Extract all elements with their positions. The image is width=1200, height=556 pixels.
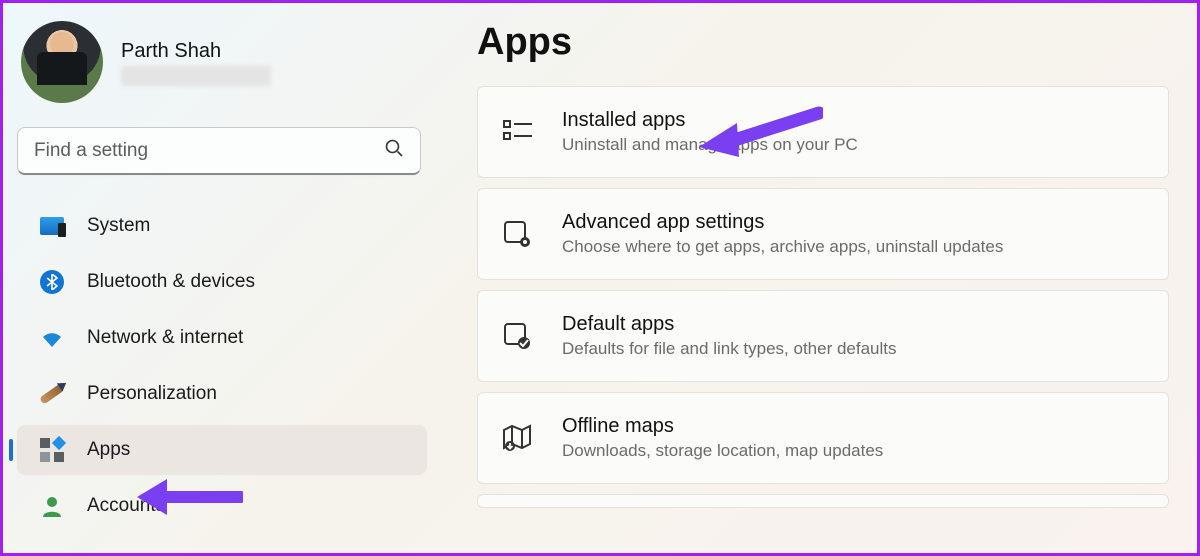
- search-box[interactable]: [17, 127, 421, 175]
- card-title: Advanced app settings: [562, 209, 1003, 236]
- list-icon: [502, 116, 534, 148]
- main: Apps Installed apps Uninstall and manage…: [443, 3, 1197, 553]
- app-gear-icon: [502, 218, 534, 250]
- sidebar-item-label: Personalization: [87, 383, 217, 405]
- sidebar-item-apps[interactable]: Apps: [17, 425, 427, 475]
- card-desc: Choose where to get apps, archive apps, …: [562, 236, 1003, 259]
- card-title: Installed apps: [562, 107, 858, 134]
- card-installed-apps[interactable]: Installed apps Uninstall and manage apps…: [477, 86, 1169, 178]
- user-name: Parth Shah: [121, 39, 271, 64]
- sidebar-item-accounts[interactable]: Accounts: [17, 481, 427, 531]
- card-text: Advanced app settings Choose where to ge…: [562, 209, 1003, 259]
- person-icon: [39, 493, 65, 519]
- card-advanced-app-settings[interactable]: Advanced app settings Choose where to ge…: [477, 188, 1169, 280]
- user-profile[interactable]: Parth Shah: [21, 21, 427, 103]
- sidebar-item-personalization[interactable]: Personalization: [17, 369, 427, 419]
- paintbrush-icon: [39, 381, 65, 407]
- sidebar-item-label: Apps: [87, 439, 130, 461]
- card-title: Offline maps: [562, 413, 883, 440]
- settings-window: Parth Shah System Bluetooth & devices: [0, 0, 1200, 556]
- bluetooth-icon: [39, 269, 65, 295]
- search-icon: [384, 138, 404, 163]
- user-text: Parth Shah: [121, 39, 271, 86]
- map-icon: [502, 422, 534, 454]
- sidebar-item-network[interactable]: Network & internet: [17, 313, 427, 363]
- card-text: Offline maps Downloads, storage location…: [562, 413, 883, 463]
- nav: System Bluetooth & devices Network & int…: [17, 201, 427, 531]
- sidebar-item-label: Network & internet: [87, 327, 243, 349]
- page-title: Apps: [477, 21, 1169, 64]
- card-default-apps[interactable]: Default apps Defaults for file and link …: [477, 290, 1169, 382]
- wifi-icon: [39, 325, 65, 351]
- sidebar-item-label: Bluetooth & devices: [87, 271, 255, 293]
- defaults-icon: [502, 320, 534, 352]
- card-title: Default apps: [562, 311, 897, 338]
- card-text: Installed apps Uninstall and manage apps…: [562, 107, 858, 157]
- sidebar-item-label: System: [87, 215, 150, 237]
- user-email-redacted: [121, 66, 271, 86]
- cards: Installed apps Uninstall and manage apps…: [477, 86, 1169, 508]
- card-text: Default apps Defaults for file and link …: [562, 311, 897, 361]
- card-desc: Defaults for file and link types, other …: [562, 338, 897, 361]
- system-icon: [39, 213, 65, 239]
- sidebar-item-bluetooth[interactable]: Bluetooth & devices: [17, 257, 427, 307]
- apps-icon: [39, 437, 65, 463]
- avatar: [21, 21, 103, 103]
- card-desc: Downloads, storage location, map updates: [562, 440, 883, 463]
- sidebar-item-system[interactable]: System: [17, 201, 427, 251]
- search-input[interactable]: [34, 140, 384, 162]
- card-offline-maps[interactable]: Offline maps Downloads, storage location…: [477, 392, 1169, 484]
- card-partial[interactable]: [477, 494, 1169, 508]
- sidebar: Parth Shah System Bluetooth & devices: [3, 3, 443, 553]
- sidebar-item-label: Accounts: [87, 495, 165, 517]
- card-desc: Uninstall and manage apps on your PC: [562, 134, 858, 157]
